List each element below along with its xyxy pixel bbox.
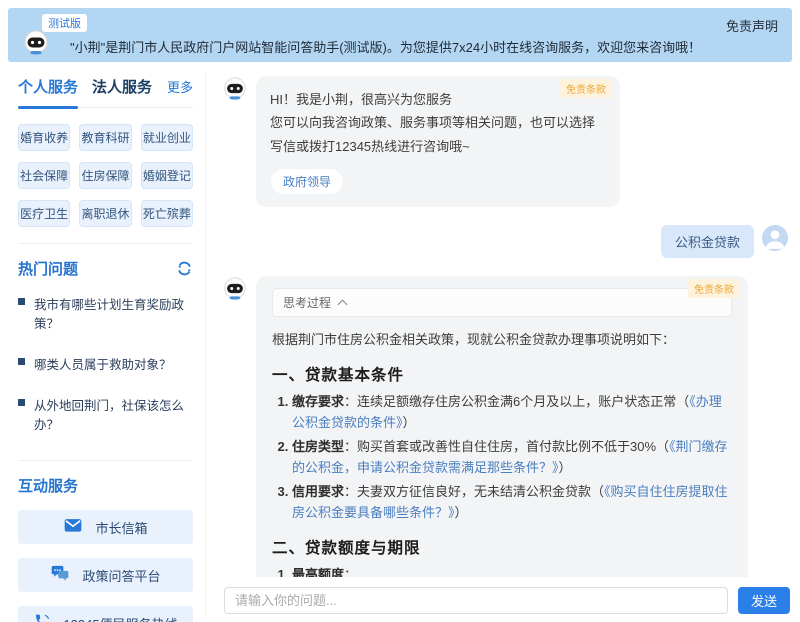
robot-avatar-icon	[222, 76, 248, 102]
chat-icon	[50, 563, 70, 588]
interact-label: 市长信箱	[95, 518, 147, 537]
phone-icon	[33, 612, 51, 622]
divider	[18, 460, 193, 461]
loan-amount-list: 最高额度： 单职工家庭：40万元 双职工家庭：60万元 硕士研究生最高可贷105…	[272, 564, 732, 577]
hot-questions-list: 我市有哪些计划生育奖励政策？ 哪类人员属于救助对象？ 从外地回荆门，社保该怎么办…	[18, 283, 193, 444]
list-item: 缴存要求：连续足额缴存住房公积金满6个月及以上，账户状态正常（《办理公积金贷款的…	[292, 391, 732, 434]
hot-questions-title: 热门问题	[18, 258, 78, 279]
user-message: 公积金贷款	[222, 225, 788, 258]
service-btn-housing[interactable]: 住房保障	[79, 162, 131, 189]
welcome-line2: 您可以向我咨询政策、服务事项等相关问题，也可以选择写信或拨打12345热线进行咨…	[270, 111, 606, 158]
hot-question-item[interactable]: 从外地回荆门，社保该怎么办？	[18, 384, 193, 444]
service-btn-marriage-registration[interactable]: 婚姻登记	[141, 162, 193, 189]
hotline-12345-button[interactable]: 12345便民服务热线	[18, 606, 193, 622]
item-label: 信用要求	[292, 484, 344, 499]
thinking-process-toggle[interactable]: 思考过程	[272, 288, 732, 317]
more-link[interactable]: 更多	[167, 77, 193, 96]
list-item: 住房类型：购买首套或改善性自住住房，首付款比例不低于30%（《荆门缴存的公积金，…	[292, 436, 732, 479]
service-btn-medical[interactable]: 医疗卫生	[18, 200, 70, 227]
welcome-bubble: 免责条款 HI！我是小荆，很高兴为您服务 您可以向我咨询政策、服务事项等相关问题…	[256, 76, 620, 207]
robot-avatar-icon	[22, 29, 50, 57]
welcome-line1: HI！我是小荆，很高兴为您服务	[270, 88, 606, 111]
mail-icon	[63, 515, 83, 540]
tab-personal-services[interactable]: 个人服务	[18, 76, 78, 97]
thinking-label: 思考过程	[283, 294, 331, 311]
loan-conditions-list: 缴存要求：连续足额缴存住房公积金满6个月及以上，账户状态正常（《办理公积金贷款的…	[272, 391, 732, 524]
user-avatar	[762, 225, 788, 251]
service-btn-social-security[interactable]: 社会保障	[18, 162, 70, 189]
service-btn-education[interactable]: 教育科研	[79, 124, 131, 151]
interact-label: 政策问答平台	[82, 566, 160, 585]
gov-leader-chip[interactable]: 政府领导	[270, 168, 344, 195]
answer-bubble: 免责条款 思考过程 根据荆门市住房公积金相关政策，现就公积金贷款办理事项说明如下…	[256, 276, 748, 577]
divider	[18, 243, 193, 244]
service-btn-retirement[interactable]: 离职退休	[79, 200, 131, 227]
disclaimer-link[interactable]: 免责声明	[726, 16, 778, 35]
hot-question-item[interactable]: 我市有哪些计划生育奖励政策？	[18, 283, 193, 343]
bot-message-welcome: 免责条款 HI！我是小荆，很高兴为您服务 您可以向我咨询政策、服务事项等相关问题…	[222, 76, 792, 207]
top-banner: 测试版 "小荆"是荆门市人民政府门户网站智能问答助手(测试版)。为您提供7x24…	[8, 8, 792, 62]
service-grid: 婚育收养 教育科研 就业创业 社会保障 住房保障 婚姻登记 医疗卫生 离职退休 …	[18, 124, 193, 227]
item-label: 缴存要求	[292, 394, 344, 409]
send-button[interactable]: 发送	[738, 587, 790, 614]
chat-panel: 免责条款 HI！我是小荆，很高兴为您服务 您可以向我咨询政策、服务事项等相关问题…	[206, 74, 792, 614]
answer-intro: 根据荆门市住房公积金相关政策，现就公积金贷款办理事项说明如下：	[272, 330, 732, 351]
item-label: 最高额度	[292, 567, 344, 577]
disclaimer-tag[interactable]: 免责条款	[560, 79, 612, 98]
service-btn-marriage[interactable]: 婚育收养	[18, 124, 70, 151]
disclaimer-tag[interactable]: 免责条款	[688, 279, 740, 298]
list-item: 最高额度： 单职工家庭：40万元 双职工家庭：60万元 硕士研究生最高可贷105…	[292, 564, 732, 577]
service-btn-employment[interactable]: 就业创业	[141, 124, 193, 151]
mayor-mailbox-button[interactable]: 市长信箱	[18, 510, 193, 544]
hot-question-item[interactable]: 哪类人员属于救助对象？	[18, 343, 193, 384]
service-btn-funeral[interactable]: 死亡殡葬	[141, 200, 193, 227]
question-input[interactable]	[224, 587, 728, 614]
sidebar: 个人服务 法人服务 更多 婚育收养 教育科研 就业创业 社会保障 住房保障 婚姻…	[8, 74, 206, 614]
service-tabs: 个人服务 法人服务 更多	[18, 76, 193, 108]
chat-input-bar: 发送	[222, 577, 792, 614]
section2-title: 二、贷款额度与期限	[272, 536, 732, 558]
chevron-up-icon	[338, 299, 348, 309]
list-item: 信用要求：夫妻双方征信良好，无未结清公积金贷款（《购买自住住房提取住房公积金要具…	[292, 481, 732, 524]
user-bubble: 公积金贷款	[661, 225, 754, 258]
interact-services-title: 互动服务	[18, 475, 78, 496]
policy-qa-platform-button[interactable]: 政策问答平台	[18, 558, 193, 592]
banner-intro-text: "小荆"是荆门市人民政府门户网站智能问答助手(测试版)。为您提供7x24小时在线…	[70, 37, 701, 56]
tab-legal-services[interactable]: 法人服务	[92, 76, 152, 97]
bot-message-answer: 免责条款 思考过程 根据荆门市住房公积金相关政策，现就公积金贷款办理事项说明如下…	[222, 276, 792, 577]
message-list: 免责条款 HI！我是小荆，很高兴为您服务 您可以向我咨询政策、服务事项等相关问题…	[222, 74, 792, 577]
section1-title: 一、贷款基本条件	[272, 363, 732, 385]
refresh-icon[interactable]	[176, 260, 193, 277]
robot-avatar-icon	[222, 276, 248, 302]
item-label: 住房类型	[292, 439, 344, 454]
interact-label: 12345便民服务热线	[63, 614, 177, 622]
